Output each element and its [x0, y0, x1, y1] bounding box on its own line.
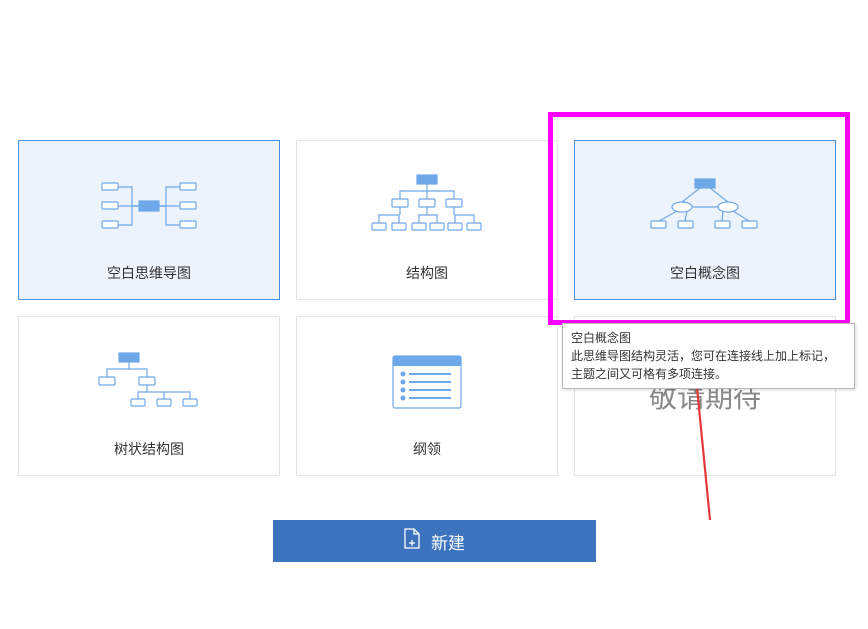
- template-card-concept[interactable]: 空白概念图: [574, 140, 836, 300]
- template-card-mindmap[interactable]: 空白思维导图: [18, 140, 280, 300]
- tooltip: 空白概念图 此思维导图结构灵活，您可在连接线上加上标记，主题之间又可格有多项连接…: [562, 323, 855, 389]
- new-file-icon: [403, 528, 421, 554]
- concept-icon: [575, 141, 835, 263]
- tooltip-body: 此思维导图结构灵活，您可在连接线上加上标记，主题之间又可格有多项连接。: [571, 349, 835, 381]
- template-card-outline[interactable]: 纲领: [296, 316, 558, 476]
- card-label: 树状结构图: [114, 439, 184, 475]
- structure-icon: [297, 141, 557, 263]
- outline-icon: [297, 317, 557, 439]
- card-label: 空白思维导图: [107, 263, 191, 299]
- tooltip-title: 空白概念图: [571, 329, 846, 347]
- card-label: 空白概念图: [670, 263, 740, 299]
- tree-icon: [19, 317, 279, 439]
- card-label: 结构图: [406, 263, 448, 299]
- create-button-label: 新建: [431, 529, 465, 554]
- template-card-structure[interactable]: 结构图: [296, 140, 558, 300]
- mindmap-icon: [19, 141, 279, 263]
- card-label: 纲领: [413, 439, 441, 475]
- create-button[interactable]: 新建: [273, 520, 596, 562]
- template-card-tree[interactable]: 树状结构图: [18, 316, 280, 476]
